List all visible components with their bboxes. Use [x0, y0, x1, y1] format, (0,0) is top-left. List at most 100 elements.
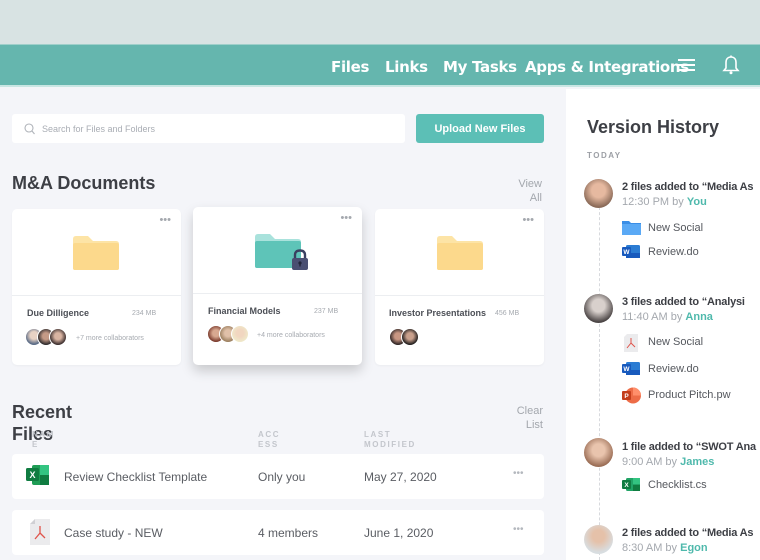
card-folder-size: 456 MB [495, 310, 520, 317]
version-file-name: New Social [648, 222, 704, 234]
version-entry-summary: 2 files added to “Media As [622, 181, 754, 193]
column-header-access-line2: ESS [258, 440, 279, 449]
card-preview: ••• [12, 209, 181, 296]
search-box[interactable] [12, 114, 405, 143]
version-entry-user[interactable]: Egon [680, 542, 708, 554]
window-top-band [0, 0, 760, 44]
column-header-modified-line1: LAST [364, 430, 392, 439]
file-last-modified: May 27, 2020 [364, 470, 437, 484]
folder-card-due-dilligence[interactable]: ••• Due Dilligence 234 MB +7 more collab… [12, 209, 181, 365]
lock-icon [291, 249, 309, 276]
card-preview: ••• [193, 207, 362, 294]
documents-section-title: M&A Documents [12, 173, 156, 193]
folder-icon [436, 235, 484, 276]
day-label: TODAY [587, 151, 622, 160]
version-entry-summary: 3 files added to “Analysi [622, 296, 745, 308]
word-icon: W [622, 244, 640, 264]
excel-icon: X [622, 477, 640, 497]
folder-card-financial-models[interactable]: ••• Financial Models 237 MB +4 more coll… [193, 207, 362, 365]
clear-list-line1: Clear [516, 405, 543, 417]
svg-text:W: W [623, 366, 630, 373]
avatar [584, 438, 613, 467]
card-more-menu-icon[interactable]: ••• [159, 214, 171, 226]
view-all-link[interactable]: View All [500, 177, 542, 205]
column-header-access-line1: ACC [258, 430, 281, 439]
version-file-name: Product Pitch.pw [648, 389, 731, 401]
file-access: Only you [258, 470, 306, 484]
svg-text:X: X [29, 470, 35, 480]
row-more-menu-icon[interactable]: ••• [513, 524, 524, 535]
row-more-menu-icon[interactable]: ••• [513, 468, 524, 479]
version-file-name: Review.do [648, 246, 699, 258]
version-file-item[interactable]: New Social [622, 220, 760, 236]
clear-list-line2: List [525, 419, 543, 431]
version-file-item[interactable]: X Checklist.cs [622, 477, 760, 493]
svg-text:W: W [623, 249, 630, 256]
column-header-access[interactable]: ACC ESS [258, 430, 280, 450]
version-entry-user[interactable]: Anna [685, 311, 713, 323]
more-collaborators-text: +4 more collaborators [257, 332, 325, 339]
version-entry-user[interactable]: James [680, 456, 714, 468]
version-file-item[interactable]: W Review.do [622, 361, 760, 377]
recent-file-row[interactable]: Case study - NEW 4 members June 1, 2020 … [12, 510, 544, 555]
hamburger-menu-icon[interactable] [678, 58, 695, 77]
column-header-name-line2: E [32, 440, 39, 449]
version-entry-summary: 2 files added to “Media As [622, 527, 754, 539]
version-file-item[interactable]: W Review.do [622, 244, 760, 260]
top-navigation-bar: Files Links My Tasks Apps & Integrations [0, 44, 760, 87]
version-entry-meta: 12:30 PM by You [622, 196, 707, 208]
svg-text:P: P [624, 393, 629, 400]
card-folder-size: 237 MB [314, 308, 339, 315]
main-content: Upload New Files M&A Documents View All … [0, 89, 566, 560]
avatar [49, 328, 67, 346]
version-entry-time: 12:30 PM by [622, 196, 684, 208]
version-entry-time: 8:30 AM by [622, 542, 678, 554]
file-access: 4 members [258, 526, 319, 540]
version-history-title: Version History [587, 117, 720, 137]
card-folder-name: Financial Models [208, 306, 281, 316]
view-all-line2: All [529, 192, 542, 204]
version-entry-time: 11:40 AM by [622, 311, 683, 323]
folder-card-investor-presentations[interactable]: ••• Investor Presentations 456 MB [375, 209, 544, 365]
card-folder-size: 234 MB [132, 310, 157, 317]
column-header-name[interactable]: NAM E [32, 430, 55, 450]
nav-links[interactable]: Links [385, 58, 428, 76]
version-entry-meta: 11:40 AM by Anna [622, 311, 713, 323]
word-icon: W [622, 361, 640, 381]
version-file-name: New Social [648, 336, 704, 348]
clear-list-link[interactable]: Clear List [500, 404, 543, 432]
more-collaborators-text: +7 more collaborators [76, 335, 144, 342]
version-file-name: Review.do [648, 363, 699, 375]
file-name: Review Checklist Template [64, 470, 208, 484]
file-last-modified: June 1, 2020 [364, 526, 434, 540]
version-entry-time: 9:00 AM by [622, 456, 678, 468]
card-folder-name: Due Dilligence [27, 308, 90, 318]
card-more-menu-icon[interactable]: ••• [340, 212, 352, 224]
version-history-panel: Version History TODAY 2 files added to “… [566, 89, 760, 560]
search-icon [24, 122, 35, 140]
bell-icon[interactable] [722, 55, 740, 80]
recent-files-title-line1: Recent [12, 402, 73, 422]
avatar [584, 179, 613, 208]
nav-my-tasks[interactable]: My Tasks [443, 58, 517, 76]
card-more-menu-icon[interactable]: ••• [522, 214, 534, 226]
version-file-name: Checklist.cs [648, 479, 707, 491]
upload-new-files-button[interactable]: Upload New Files [416, 114, 544, 143]
column-header-last-modified[interactable]: LAST MODIFIED [364, 430, 416, 450]
version-file-item[interactable]: P Product Pitch.pw [622, 387, 760, 404]
version-entry-user[interactable]: You [687, 196, 707, 208]
pdf-icon [30, 519, 50, 550]
avatar [231, 325, 249, 343]
column-header-modified-line2: MODIFIED [364, 440, 416, 449]
card-preview: ••• [375, 209, 544, 296]
avatar [401, 328, 419, 346]
version-file-item[interactable]: New Social [622, 334, 760, 352]
excel-icon: X [26, 464, 50, 491]
search-input[interactable] [42, 114, 392, 143]
pdf-icon [624, 334, 638, 357]
view-all-line1: View [518, 178, 542, 190]
recent-file-row[interactable]: X Review Checklist Template Only you May… [12, 454, 544, 499]
nav-apps-integrations[interactable]: Apps & Integrations [525, 58, 689, 76]
version-entry-summary: 1 file added to “SWOT Ana [622, 441, 756, 453]
nav-files[interactable]: Files [331, 58, 369, 76]
